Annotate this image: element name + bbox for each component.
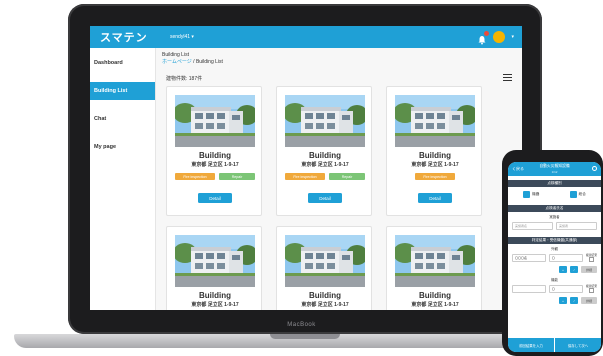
add-button[interactable]: + <box>559 297 567 304</box>
phone-section-inspection-type: 点検種別 <box>508 180 601 187</box>
phone-subtitle: 1/12 <box>551 170 558 174</box>
detail-button[interactable]: 詳細 <box>581 297 597 304</box>
inspector-input[interactable]: 実施者 <box>556 222 597 230</box>
building-name: Building <box>419 291 451 300</box>
appearance-result-input[interactable]: 〇 <box>548 253 583 262</box>
sidebar-item-dashboard[interactable]: Dashboard <box>90 54 155 72</box>
building-photo <box>175 95 255 147</box>
building-photo <box>285 95 365 147</box>
building-photo <box>395 235 475 287</box>
breadcrumb-home-link[interactable]: ホームページ <box>162 59 192 65</box>
building-tags: Fire inspection <box>395 173 475 180</box>
sidebar-item-my-page[interactable]: My page <box>90 138 155 156</box>
status-badge: Fire inspection <box>285 173 325 180</box>
detail-button[interactable]: Detail <box>308 193 342 203</box>
main-content: Building List ホームページ / Building List 建物件… <box>156 48 522 310</box>
phone-appearance-row: 〇〇〇名 〇 検査結果 <box>508 251 601 264</box>
phone-function-buttons: + / 詳細 <box>508 295 601 306</box>
previous-result-button[interactable]: 前回結果を入力 <box>508 338 554 352</box>
building-name: Building <box>309 291 341 300</box>
building-photo <box>285 235 365 287</box>
bell-icon[interactable] <box>477 31 490 45</box>
building-name: Building <box>419 151 451 160</box>
building-card[interactable]: Building 東京都 足立区 1-9-17 <box>386 226 482 310</box>
user-menu[interactable]: sendyl41 ▾ <box>170 34 194 40</box>
function-check-group: 検査結果 <box>586 284 597 293</box>
appearance-input[interactable]: 〇〇〇名 <box>512 253 546 262</box>
phone-title: 自動火災報知設備 <box>539 164 570 168</box>
status-badge: Repair <box>329 173 365 180</box>
building-grid: Building 東京都 足立区 1-9-17 Fire inspection Rep… <box>166 86 482 310</box>
building-name: Building <box>199 151 231 160</box>
check-overall[interactable]: 総合 <box>569 190 586 198</box>
save-next-button[interactable]: 保存して次へ <box>554 338 601 352</box>
building-tags: Fire inspection Repair <box>175 173 255 180</box>
header-icons: ▾ <box>477 31 514 45</box>
add-button[interactable]: + <box>559 266 567 273</box>
phone-section-result: 判定結果・受信機盤(共通部) <box>508 237 601 244</box>
chevron-down-icon[interactable]: ▾ <box>511 34 514 40</box>
app-header: スマテン sendyl41 ▾ ▾ <box>90 26 522 48</box>
building-address: 東京都 足立区 1-9-17 <box>301 162 349 168</box>
building-card[interactable]: Building 東京都 足立区 1-9-17 Fire inspection Rep… <box>166 86 262 216</box>
building-name: Building <box>309 151 341 160</box>
building-photo <box>395 95 475 147</box>
phone-inspector-inputs: 実施者名 実施者 <box>508 219 601 233</box>
slash-button[interactable]: / <box>570 297 578 304</box>
building-address: 東京都 足立区 1-9-17 <box>191 162 239 168</box>
building-address: 東京都 足立区 1-9-17 <box>411 162 459 168</box>
breadcrumb-current: Building List <box>195 59 223 65</box>
building-address: 東京都 足立区 1-9-17 <box>411 302 459 308</box>
detail-button[interactable]: Detail <box>418 193 452 203</box>
check-equipment-label: 機器 <box>532 191 540 196</box>
detail-button[interactable]: Detail <box>198 193 232 203</box>
phone-footer: 前回結果を入力 保存して次へ <box>508 338 601 352</box>
phone-check-row: 機器 総合 <box>508 187 601 201</box>
building-card[interactable]: Building 東京都 足立区 1-9-17 <box>276 226 372 310</box>
notification-dot <box>484 31 490 36</box>
inspector-name-input[interactable]: 実施者名 <box>512 222 553 230</box>
list-view-icon[interactable] <box>503 74 512 81</box>
building-name: Building <box>199 291 231 300</box>
building-photo <box>175 235 255 287</box>
status-badge: Repair <box>219 173 255 180</box>
avatar[interactable] <box>493 31 506 43</box>
phone-section-inspector: 点検者氏名 <box>508 205 601 212</box>
function-input[interactable] <box>512 284 546 293</box>
function-checkbox[interactable] <box>588 288 594 293</box>
laptop-notch <box>270 334 340 339</box>
sidebar: Dashboard Building List Chat My page <box>90 48 156 310</box>
slash-button[interactable]: / <box>570 266 578 273</box>
check-equipment[interactable]: 機器 <box>523 190 540 198</box>
appearance-checkbox[interactable] <box>588 257 594 262</box>
function-result-input[interactable]: 〇 <box>548 284 583 293</box>
app-logo[interactable]: スマテン <box>90 29 164 45</box>
breadcrumb: ホームページ / Building List <box>162 58 223 65</box>
status-badge: Fire inspection <box>415 173 455 180</box>
checkbox-icon <box>523 190 531 198</box>
status-badge: Fire inspection <box>175 173 215 180</box>
building-count: 建物件数: 187件 <box>166 76 203 82</box>
sidebar-item-chat[interactable]: Chat <box>90 110 155 128</box>
building-tags: Fire inspection Repair <box>285 173 365 180</box>
check-overall-label: 総合 <box>578 191 586 196</box>
building-address: 東京都 足立区 1-9-17 <box>191 302 239 308</box>
stage: MacBook スマテン sendyl41 ▾ ▾ Dashboard Buil… <box>0 0 603 356</box>
sidebar-item-building-list[interactable]: Building List <box>90 82 155 100</box>
gear-icon[interactable] <box>592 166 597 171</box>
building-card[interactable]: Building 東京都 足立区 1-9-17 Fire inspection Det… <box>386 86 482 216</box>
phone-screen: く戻る 自動火災報知設備 1/12 点検種別 機器 総合 点検者氏名 実施者 実… <box>508 162 601 352</box>
phone-header: く戻る 自動火災報知設備 1/12 <box>508 162 601 176</box>
detail-button[interactable]: 詳細 <box>581 266 597 273</box>
building-card[interactable]: Building 東京都 足立区 1-9-17 Fire inspection Rep… <box>276 86 372 216</box>
phone-function-row: 〇 検査結果 <box>508 282 601 295</box>
building-address: 東京都 足立区 1-9-17 <box>301 302 349 308</box>
appearance-check-group: 検査結果 <box>586 253 597 262</box>
laptop-screen: スマテン sendyl41 ▾ ▾ Dashboard Building Lis… <box>90 26 522 310</box>
building-card[interactable]: Building 東京都 足立区 1-9-17 <box>166 226 262 310</box>
phone-appearance-buttons: + / 詳細 <box>508 264 601 275</box>
checkbox-icon <box>569 190 577 198</box>
